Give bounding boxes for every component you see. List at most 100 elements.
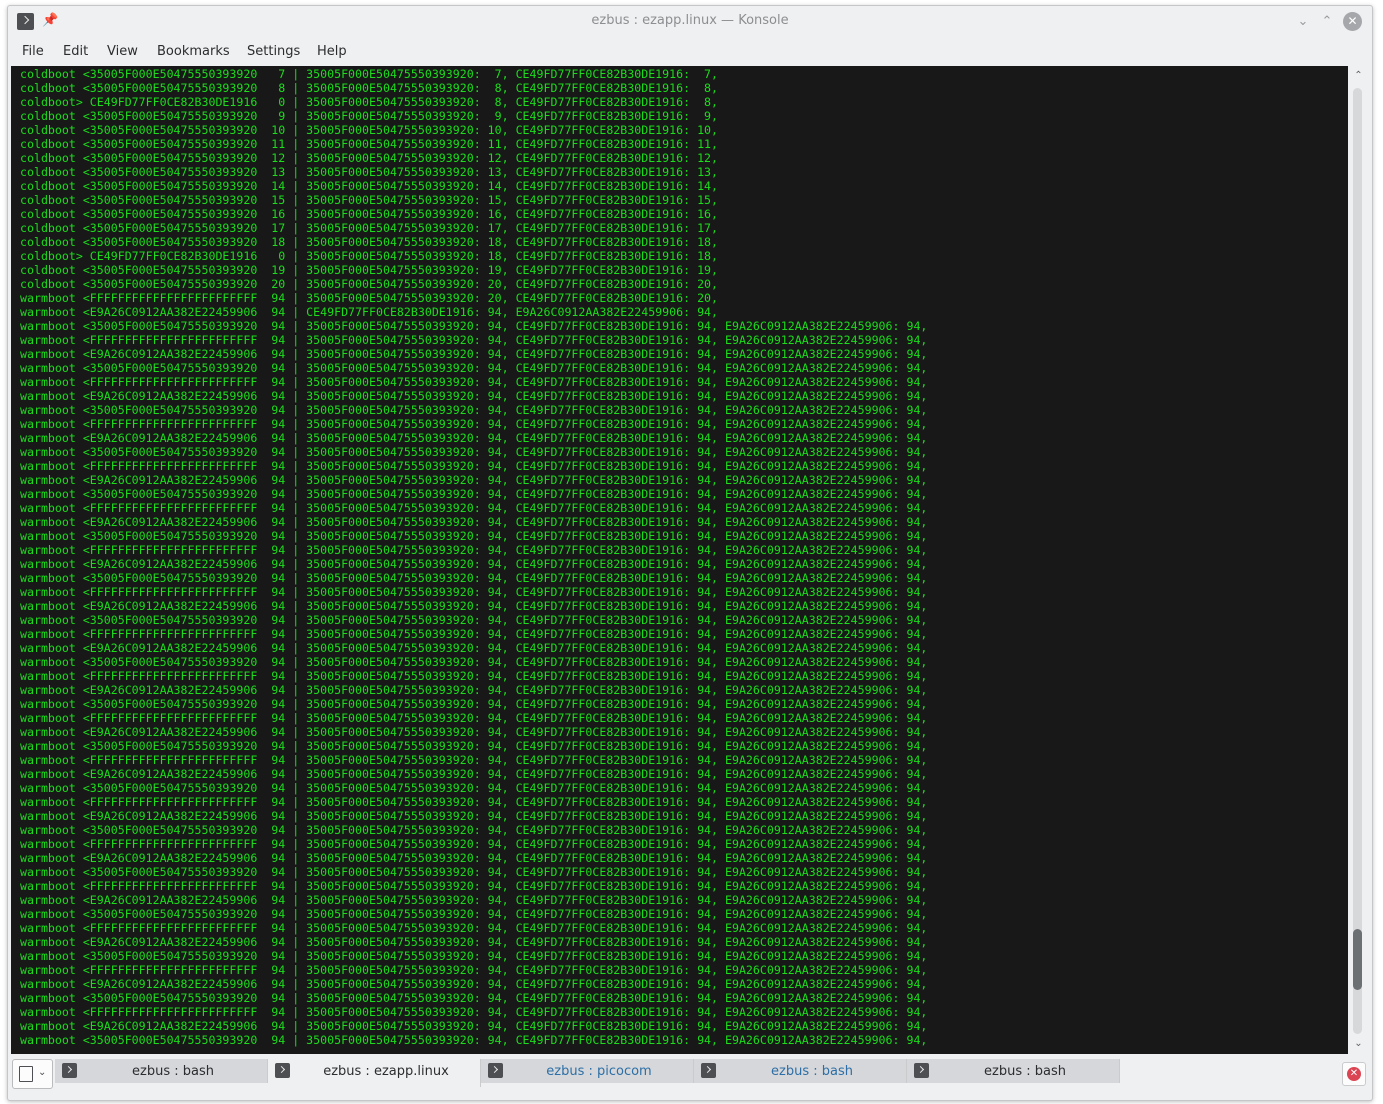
terminal-line: warmboot <E9A26C0912AA382E22459906 94 | … — [20, 725, 928, 739]
tab-ezbus-ezapp-linux[interactable]: ezbus : ezapp.linux — [268, 1059, 481, 1087]
terminal-line: warmboot <FFFFFFFFFFFFFFFFFFFFFFFF 94 | … — [20, 795, 928, 809]
terminal-line: warmboot <FFFFFFFFFFFFFFFFFFFFFFFF 94 | … — [20, 501, 928, 515]
terminal-line: warmboot <E9A26C0912AA382E22459906 94 | … — [20, 977, 928, 991]
terminal-line: warmboot <35005F000E50475550393920 94 | … — [20, 361, 928, 375]
terminal-line: coldboot <35005F000E50475550393920 7 | 3… — [20, 67, 719, 81]
terminal-line: warmboot <35005F000E50475550393920 94 | … — [20, 781, 928, 795]
terminal-line: coldboot <35005F000E50475550393920 12 | … — [20, 151, 719, 165]
close-tab-button[interactable]: ✕ — [1342, 1062, 1366, 1086]
terminal-line: warmboot <E9A26C0912AA382E22459906 94 | … — [20, 641, 928, 655]
terminal-line: warmboot <E9A26C0912AA382E22459906 94 | … — [20, 893, 928, 907]
terminal-icon — [701, 1063, 716, 1078]
new-tab-icon — [19, 1066, 33, 1082]
terminal-line: warmboot <FFFFFFFFFFFFFFFFFFFFFFFF 94 | … — [20, 459, 928, 473]
new-tab-button[interactable]: ⌄ — [12, 1059, 53, 1089]
terminal-line: warmboot <E9A26C0912AA382E22459906 94 | … — [20, 599, 928, 613]
terminal-line: warmboot <35005F000E50475550393920 94 | … — [20, 529, 928, 543]
maximize-icon[interactable]: ⌃ — [1318, 13, 1336, 31]
terminal-line: coldboot <35005F000E50475550393920 9 | 3… — [20, 109, 719, 123]
terminal-line: warmboot <FFFFFFFFFFFFFFFFFFFFFFFF 94 | … — [20, 1005, 928, 1019]
terminal-line: warmboot <35005F000E50475550393920 94 | … — [20, 739, 928, 753]
scroll-down-icon[interactable]: ⌄ — [1351, 1038, 1366, 1050]
terminal-line: coldboot <35005F000E50475550393920 10 | … — [20, 123, 719, 137]
terminal-line: coldboot <35005F000E50475550393920 18 | … — [20, 235, 719, 249]
terminal-line: warmboot <FFFFFFFFFFFFFFFFFFFFFFFF 94 | … — [20, 879, 928, 893]
terminal-icon — [275, 1063, 290, 1078]
terminal-lines: coldboot <35005F000E50475550393920 7 | 3… — [20, 67, 927, 1047]
terminal-line: warmboot <35005F000E50475550393920 94 | … — [20, 949, 928, 963]
terminal-line: warmboot <35005F000E50475550393920 94 | … — [20, 991, 928, 1005]
terminal-line: warmboot <FFFFFFFFFFFFFFFFFFFFFFFF 94 | … — [20, 669, 928, 683]
terminal-line: warmboot <E9A26C0912AA382E22459906 94 | … — [20, 557, 928, 571]
terminal-line: coldboot> CE49FD77FF0CE82B30DE1916 0 | 3… — [20, 249, 719, 263]
close-window-icon[interactable]: ✕ — [1343, 12, 1362, 31]
terminal-line: warmboot <FFFFFFFFFFFFFFFFFFFFFFFF 94 | … — [20, 837, 928, 851]
menu-edit[interactable]: Edit — [63, 44, 88, 59]
terminal-line: warmboot <E9A26C0912AA382E22459906 94 | … — [20, 851, 928, 865]
terminal-line: coldboot <35005F000E50475550393920 14 | … — [20, 179, 719, 193]
scroll-thumb[interactable] — [1353, 929, 1362, 990]
scroll-track[interactable] — [1353, 88, 1362, 1034]
terminal-line: warmboot <35005F000E50475550393920 94 | … — [20, 865, 928, 879]
terminal-line: warmboot <FFFFFFFFFFFFFFFFFFFFFFFF 94 | … — [20, 417, 928, 431]
tab-label: ezbus : ezapp.linux — [323, 1064, 449, 1079]
terminal-icon — [914, 1063, 929, 1078]
chevron-down-icon: ⌄ — [38, 1067, 47, 1078]
terminal-line: warmboot <35005F000E50475550393920 94 | … — [20, 613, 928, 627]
menu-settings[interactable]: Settings — [247, 44, 300, 59]
terminal-line: warmboot <FFFFFFFFFFFFFFFFFFFFFFFF 94 | … — [20, 333, 928, 347]
menu-bar: File Edit View Bookmarks Settings Help — [8, 40, 1372, 64]
terminal-line: warmboot <E9A26C0912AA382E22459906 94 | … — [20, 809, 928, 823]
vertical-scrollbar[interactable]: ⌃ ⌄ — [1348, 66, 1369, 1054]
konsole-window: 📌 ezbus : ezapp.linux — Konsole ⌄ ⌃ ✕ Fi… — [7, 5, 1373, 1101]
terminal-line: coldboot <35005F000E50475550393920 17 | … — [20, 221, 719, 235]
terminal-line: warmboot <E9A26C0912AA382E22459906 94 | … — [20, 473, 928, 487]
terminal-line: warmboot <E9A26C0912AA382E22459906 94 | … — [20, 347, 928, 361]
title-bar[interactable]: 📌 ezbus : ezapp.linux — Konsole ⌄ ⌃ ✕ — [8, 6, 1372, 38]
menu-file[interactable]: File — [22, 44, 44, 59]
terminal-line: warmboot <E9A26C0912AA382E22459906 94 | … — [20, 683, 928, 697]
terminal-icon — [488, 1063, 503, 1078]
terminal-line: warmboot <FFFFFFFFFFFFFFFFFFFFFFFF 94 | … — [20, 585, 928, 599]
terminal-line: warmboot <E9A26C0912AA382E22459906 94 | … — [20, 431, 928, 445]
menu-view[interactable]: View — [107, 44, 138, 59]
terminal-line: warmboot <E9A26C0912AA382E22459906 94 | … — [20, 305, 719, 319]
terminal-line: warmboot <FFFFFFFFFFFFFFFFFFFFFFFF 94 | … — [20, 711, 928, 725]
terminal-line: warmboot <E9A26C0912AA382E22459906 94 | … — [20, 389, 928, 403]
window-title: ezbus : ezapp.linux — Konsole — [591, 13, 789, 28]
terminal-line: warmboot <FFFFFFFFFFFFFFFFFFFFFFFF 94 | … — [20, 291, 719, 305]
terminal-line: warmboot <E9A26C0912AA382E22459906 94 | … — [20, 767, 928, 781]
tab-ezbus-picocom[interactable]: ezbus : picocom — [481, 1059, 694, 1083]
terminal-line: warmboot <35005F000E50475550393920 94 | … — [20, 445, 928, 459]
scroll-up-icon[interactable]: ⌃ — [1351, 70, 1366, 82]
terminal-line: warmboot <FFFFFFFFFFFFFFFFFFFFFFFF 94 | … — [20, 627, 928, 641]
terminal-line: coldboot <35005F000E50475550393920 11 | … — [20, 137, 719, 151]
terminal-line: warmboot <35005F000E50475550393920 94 | … — [20, 1033, 928, 1047]
terminal-output[interactable]: coldboot <35005F000E50475550393920 7 | 3… — [11, 66, 1348, 1054]
terminal-line: warmboot <E9A26C0912AA382E22459906 94 | … — [20, 1019, 928, 1033]
tab-ezbus-bash-3[interactable]: ezbus : bash — [907, 1059, 1120, 1083]
terminal-line: coldboot <35005F000E50475550393920 13 | … — [20, 165, 719, 179]
minimize-icon[interactable]: ⌄ — [1294, 13, 1312, 31]
terminal-line: coldboot <35005F000E50475550393920 19 | … — [20, 263, 719, 277]
terminal-line: warmboot <E9A26C0912AA382E22459906 94 | … — [20, 515, 928, 529]
terminal-line: coldboot <35005F000E50475550393920 16 | … — [20, 207, 719, 221]
terminal-line: warmboot <FFFFFFFFFFFFFFFFFFFFFFFF 94 | … — [20, 963, 928, 977]
terminal-line: coldboot <35005F000E50475550393920 15 | … — [20, 193, 719, 207]
tab-ezbus-bash-2[interactable]: ezbus : bash — [694, 1059, 907, 1083]
terminal-line: warmboot <FFFFFFFFFFFFFFFFFFFFFFFF 94 | … — [20, 543, 928, 557]
menu-bookmarks[interactable]: Bookmarks — [157, 44, 230, 59]
terminal-line: coldboot> CE49FD77FF0CE82B30DE1916 0 | 3… — [20, 95, 719, 109]
terminal-line: warmboot <35005F000E50475550393920 94 | … — [20, 823, 928, 837]
terminal-line: warmboot <35005F000E50475550393920 94 | … — [20, 319, 928, 333]
tab-ezbus-bash-1[interactable]: ezbus : bash — [55, 1059, 268, 1083]
menu-help[interactable]: Help — [317, 44, 347, 59]
terminal-line: warmboot <35005F000E50475550393920 94 | … — [20, 907, 928, 921]
close-tab-icon: ✕ — [1347, 1067, 1361, 1081]
terminal-icon — [62, 1063, 77, 1078]
tab-label: ezbus : bash — [984, 1064, 1066, 1079]
tab-label: ezbus : bash — [771, 1064, 853, 1079]
terminal-line: warmboot <35005F000E50475550393920 94 | … — [20, 571, 928, 585]
terminal-line: warmboot <35005F000E50475550393920 94 | … — [20, 403, 928, 417]
terminal-line: coldboot <35005F000E50475550393920 8 | 3… — [20, 81, 719, 95]
